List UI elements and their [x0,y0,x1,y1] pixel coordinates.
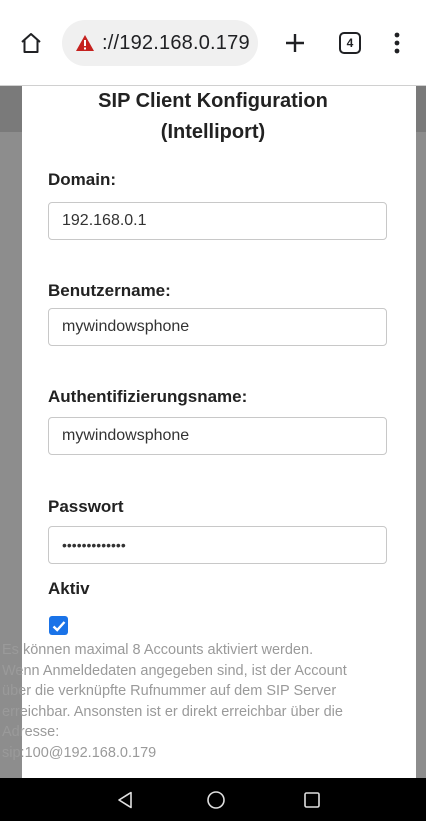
help-line: erreichbar. Ansonsten ist er direkt erre… [2,703,343,720]
help-line: Es können maximal 8 Accounts aktiviert w… [2,642,314,658]
dialog-title: SIP Client Konfiguration (Intelliport) [0,86,426,148]
nav-recents-button[interactable] [300,788,324,812]
password-label: Passwort [48,497,124,516]
auth-name-label: Authentifizierungsname: [48,387,248,406]
help-line: über die verknüpfte Rufnummer auf dem SI… [2,683,337,700]
username-label: Benutzername: [48,281,171,300]
home-icon [21,33,41,53]
recents-square-icon [304,792,320,808]
password-input[interactable]: ••••••••••••• [48,526,387,564]
system-navigation-bar [0,778,426,821]
back-triangle-icon [118,791,132,809]
sip-address: sip:100@192.168.0.179 [2,744,157,761]
domain-input[interactable]: 192.168.0.1 [48,202,387,240]
dialog-title-line2: (Intelliport) [160,121,266,143]
browser-toolbar: ://192.168.0.179 4 [0,0,426,86]
domain-label: Domain: [48,170,116,189]
home-button[interactable] [14,26,48,60]
active-label: Aktiv [48,579,90,598]
home-circle-icon [207,791,225,809]
checkmark-icon [52,620,65,632]
tab-count-badge: 4 [339,32,361,54]
not-secure-warning-icon[interactable] [74,32,96,54]
more-vertical-icon [394,32,400,54]
browser-menu-button[interactable] [382,26,412,60]
auth-name-input[interactable]: mywindowsphone [48,417,387,455]
tab-switcher-button[interactable]: 4 [333,26,367,60]
help-text: Es können maximal 8 Accounts aktiviert w… [0,640,420,764]
address-bar[interactable]: ://192.168.0.179 [62,20,258,66]
nav-home-button[interactable] [204,788,228,812]
active-checkbox[interactable] [49,616,68,635]
dialog-title-line1: SIP Client Konfiguration [98,90,328,112]
username-input[interactable]: mywindowsphone [48,308,387,346]
url-text[interactable]: ://192.168.0.179 [102,32,250,55]
new-tab-button[interactable] [278,26,312,60]
help-line: Wenn Anmeldedaten angegeben sind, ist de… [2,662,347,679]
help-line: Adresse: [2,724,60,741]
plus-icon [286,34,304,52]
nav-back-button[interactable] [112,788,138,812]
